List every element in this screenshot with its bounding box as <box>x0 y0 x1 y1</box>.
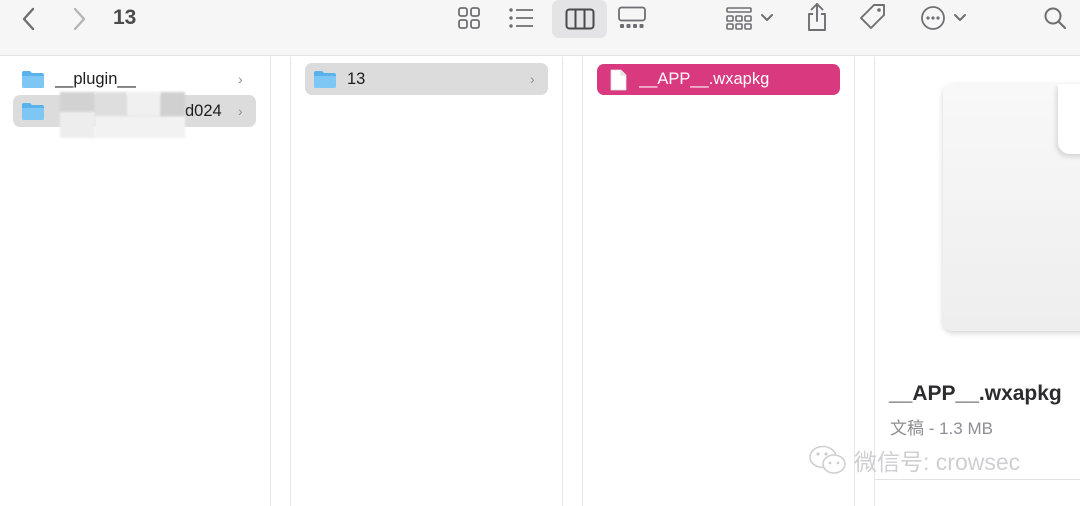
icon-view-button[interactable] <box>452 3 486 33</box>
gallery-view-button[interactable] <box>614 3 650 33</box>
chevron-right-icon: › <box>238 103 243 119</box>
watermark: 微信号: crowsec <box>808 443 1020 477</box>
list-item-label: __APP__.wxapkg <box>639 70 770 88</box>
column-view-button[interactable] <box>552 0 607 38</box>
preview-filename: __APP__.wxapkg <box>889 382 1062 405</box>
browser-column-3 <box>583 57 854 506</box>
folder-icon <box>314 71 336 88</box>
share-button[interactable] <box>800 0 834 34</box>
grid-icon <box>458 7 480 29</box>
document-icon <box>610 69 627 90</box>
list-icon <box>509 8 533 28</box>
list-item-label: __plugin__ <box>55 69 136 88</box>
chevron-down-icon <box>761 14 773 21</box>
redaction-mosaic <box>95 92 127 116</box>
list-item-selected[interactable]: __APP__.wxapkg <box>597 64 840 95</box>
list-view-button[interactable] <box>504 3 538 33</box>
folder-icon <box>22 71 44 88</box>
divider <box>875 479 1080 480</box>
columns-icon <box>565 8 594 30</box>
list-item-label: 13 <box>347 69 366 88</box>
tag-button[interactable] <box>855 0 891 34</box>
redaction-mosaic <box>127 92 160 116</box>
column-resize-handle[interactable] <box>562 57 583 506</box>
chevron-right-icon: › <box>238 71 243 87</box>
chevron-left-icon <box>22 7 35 31</box>
column-resize-handle[interactable] <box>854 57 875 506</box>
redaction-mosaic <box>160 92 185 116</box>
chevron-down-icon <box>954 14 966 21</box>
back-button[interactable] <box>14 4 44 34</box>
ellipsis-circle-icon <box>921 6 945 30</box>
tag-icon <box>860 4 885 29</box>
gallery-icon <box>618 6 646 28</box>
chevron-right-icon <box>73 7 86 31</box>
list-item[interactable]: __plugin__ › <box>13 63 256 95</box>
chevron-right-icon: › <box>530 71 535 87</box>
search-button[interactable] <box>1038 3 1072 33</box>
forward-button[interactable] <box>64 4 94 34</box>
folder-icon <box>22 103 44 120</box>
window-title: 13 <box>113 6 137 29</box>
wechat-icon <box>809 445 846 474</box>
preview-meta: 文稿 - 1.3 MB <box>890 419 993 438</box>
preview-document-fold <box>1058 84 1080 154</box>
redaction-mosaic <box>95 116 185 138</box>
toolbar: 13 <box>0 0 1080 56</box>
group-by-button[interactable] <box>720 3 780 33</box>
more-actions-button[interactable] <box>916 3 972 33</box>
list-item[interactable]: 13 › <box>305 63 548 95</box>
column-resize-handle[interactable] <box>270 57 291 506</box>
redaction-mosaic <box>60 112 95 138</box>
search-icon <box>1044 7 1067 30</box>
group-grid-icon <box>726 7 752 30</box>
share-icon <box>808 3 826 31</box>
watermark-text: 微信号: crowsec <box>854 449 1021 475</box>
browser-column-2 <box>291 57 563 506</box>
redaction-mosaic <box>60 92 95 112</box>
